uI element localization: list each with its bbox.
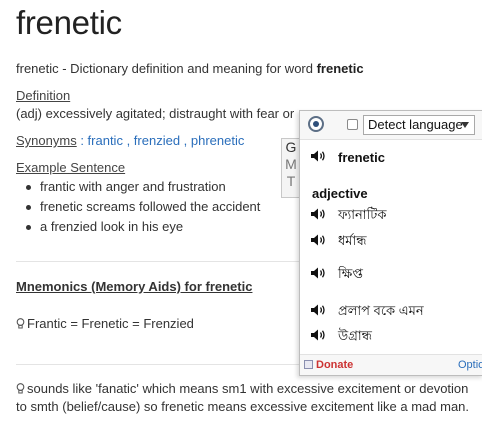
language-checkbox[interactable] bbox=[347, 119, 358, 130]
speaker-icon[interactable] bbox=[310, 233, 326, 247]
translation-item: ক্ষিপ্ত bbox=[338, 266, 363, 281]
speaker-icon[interactable] bbox=[310, 328, 326, 342]
part-of-speech: adjective bbox=[312, 186, 368, 201]
donate-button[interactable]: Donate bbox=[304, 359, 353, 372]
popup-source-word: frenetic bbox=[338, 150, 385, 165]
definition-text: (adj) excessively agitated; distraught w… bbox=[16, 106, 295, 121]
popup-footer: Donate Optio bbox=[300, 354, 482, 375]
speaker-icon[interactable] bbox=[310, 207, 326, 221]
page-subtitle: frenetic - Dictionary definition and mea… bbox=[16, 61, 364, 76]
globe-icon[interactable] bbox=[308, 116, 324, 132]
speaker-icon[interactable] bbox=[310, 266, 326, 280]
translation-item: ধর্মান্ধ bbox=[338, 233, 367, 248]
lightbulb-icon bbox=[16, 318, 25, 329]
synonym-link[interactable]: phrenetic bbox=[191, 133, 244, 148]
options-link[interactable]: Optio bbox=[458, 359, 482, 371]
chevron-down-icon bbox=[461, 122, 469, 128]
speaker-icon[interactable] bbox=[310, 303, 326, 317]
synonyms-separator: : bbox=[76, 133, 88, 148]
page-title: frenetic bbox=[16, 4, 122, 41]
mnemonic-item: sounds like 'fanatic' which means sm1 wi… bbox=[16, 380, 476, 416]
lightbulb-icon bbox=[16, 383, 25, 394]
gmt-letter: G bbox=[285, 139, 297, 155]
example-list: frantic with anger and frustration frene… bbox=[24, 179, 260, 239]
translation-item: ফ্যানাটিক bbox=[338, 207, 387, 222]
speaker-icon[interactable] bbox=[310, 149, 326, 163]
translation-item: উগ্রান্ধ bbox=[338, 328, 372, 343]
synonym-link[interactable]: frantic bbox=[88, 133, 123, 148]
donate-label: Donate bbox=[316, 359, 354, 371]
gmt-letter: M bbox=[285, 156, 297, 172]
subtitle-prefix: frenetic - Dictionary definition and mea… bbox=[16, 61, 317, 76]
synonyms-row: Synonyms : frantic , frenzied , phreneti… bbox=[16, 133, 245, 148]
example-sentence-label: Example Sentence bbox=[16, 160, 126, 175]
synonyms-label: Synonyms bbox=[16, 133, 77, 148]
mnemonic-text: Frantic = Frenetic = Frenzied bbox=[27, 316, 194, 331]
gmt-letter: T bbox=[286, 173, 296, 189]
mnemonic-text: sounds like 'fanatic' which means sm1 wi… bbox=[16, 381, 470, 414]
language-select[interactable]: Detect language bbox=[363, 115, 475, 135]
subtitle-word: frenetic bbox=[316, 61, 364, 76]
language-select-value: Detect language bbox=[368, 117, 463, 132]
popup-toolbar: Detect language bbox=[300, 111, 482, 140]
list-item: frenetic screams followed the accident bbox=[24, 199, 260, 219]
mnemonic-item: Frantic = Frenetic = Frenzied bbox=[16, 316, 194, 331]
donate-icon bbox=[304, 360, 313, 369]
definition-label: Definition bbox=[16, 88, 71, 103]
list-item: frantic with anger and frustration bbox=[24, 179, 260, 199]
translation-item: প্রলাপ বকে এমন bbox=[338, 303, 424, 318]
gmt-translator-tab[interactable]: G M T bbox=[281, 138, 301, 198]
mnemonics-heading: Mnemonics (Memory Aids) for frenetic bbox=[16, 279, 253, 294]
list-item: a frenzied look in his eye bbox=[24, 219, 260, 239]
translator-popup: Detect language frenetic adjective ফ্যান… bbox=[299, 110, 482, 376]
synonym-link[interactable]: frenzied bbox=[134, 133, 180, 148]
